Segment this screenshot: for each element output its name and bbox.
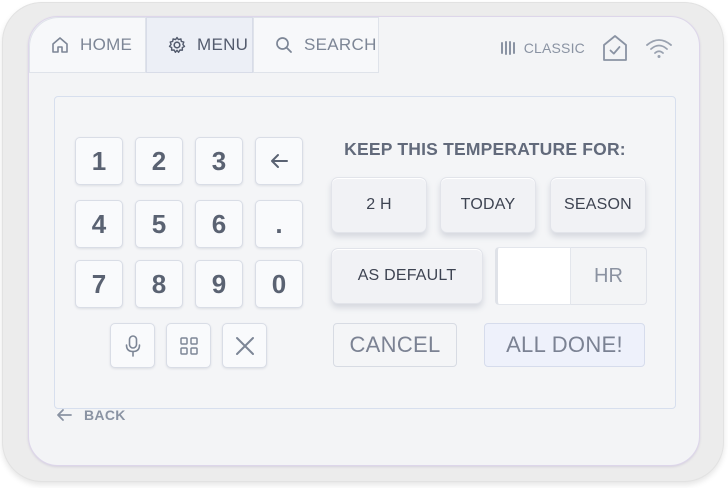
cancel-label: CANCEL (349, 332, 441, 357)
nav-menu-label: MENU (197, 35, 249, 54)
key-7[interactable]: 7 (75, 260, 123, 308)
option-season-button[interactable]: SEASON (550, 177, 646, 233)
option-label: TODAY (460, 196, 516, 213)
nav-home-button[interactable]: HOME (29, 17, 146, 73)
mode-label: CLASSIC (523, 40, 585, 56)
option-today-button[interactable]: TODAY (440, 177, 536, 233)
all-done-label: ALL DONE! (506, 332, 623, 357)
option-label: AS DEFAULT (357, 267, 457, 284)
backspace-arrow-icon (271, 154, 288, 168)
back-label: BACK (84, 407, 126, 423)
status-area: CLASSIC (500, 33, 673, 63)
option-2h-button[interactable]: 2 H (331, 177, 427, 233)
back-button[interactable]: BACK (54, 407, 126, 423)
key-0[interactable]: 0 (255, 260, 303, 308)
house-check-icon (603, 35, 627, 61)
hours-field-group: HR (495, 247, 647, 305)
hold-heading: KEEP THIS TEMPERATURE FOR: (344, 139, 626, 159)
hours-input[interactable] (495, 247, 571, 305)
key-label: 8 (151, 268, 167, 299)
key-label: 3 (211, 145, 227, 176)
gear-icon (168, 36, 186, 53)
option-label: SEASON (564, 196, 632, 213)
voice-button[interactable] (110, 323, 155, 368)
key-8[interactable]: 8 (135, 260, 183, 308)
key-1[interactable]: 1 (75, 137, 123, 185)
key-label: 2 (151, 145, 167, 176)
key-label: 7 (91, 268, 107, 299)
option-label: 2 H (366, 196, 392, 213)
key-5[interactable]: 5 (135, 200, 183, 248)
search-icon (276, 37, 292, 53)
thermostat-screen: HOME MENU SEARCH CLASSIC 1 2 3 4 5 6 . 7… (28, 16, 700, 466)
key-label: 6 (211, 208, 227, 239)
clear-button[interactable] (222, 323, 267, 368)
all-done-button[interactable]: ALL DONE! (484, 323, 645, 367)
microphone-icon (125, 334, 140, 357)
back-arrow-icon (57, 409, 72, 421)
nav-menu-button[interactable]: MENU (146, 17, 253, 73)
temperature-hold-panel: 1 2 3 4 5 6 . 7 8 9 0 KEEP THIS TEMPERAT… (54, 96, 676, 409)
key-3[interactable]: 3 (195, 137, 243, 185)
home-icon (52, 37, 68, 53)
thermostat-device: HOME MENU SEARCH CLASSIC 1 2 3 4 5 6 . 7… (2, 2, 724, 482)
wifi-icon (646, 39, 672, 58)
key-decimal[interactable]: . (255, 200, 303, 248)
mode-indicator[interactable]: CLASSIC (500, 40, 585, 56)
grid-button[interactable] (166, 323, 211, 368)
key-label: 1 (91, 145, 107, 176)
key-label: 5 (151, 208, 167, 239)
classic-bars-icon (500, 41, 515, 55)
nav-search-label: SEARCH (304, 35, 377, 54)
key-2[interactable]: 2 (135, 137, 183, 185)
top-nav: HOME MENU SEARCH (29, 17, 379, 73)
grid-icon (179, 336, 198, 355)
key-label: 4 (91, 208, 107, 239)
option-as-default-button[interactable]: AS DEFAULT (331, 248, 483, 304)
key-4[interactable]: 4 (75, 200, 123, 248)
cancel-button[interactable]: CANCEL (333, 323, 457, 367)
key-9[interactable]: 9 (195, 260, 243, 308)
key-label: 9 (211, 268, 227, 299)
nav-search-button[interactable]: SEARCH (253, 17, 379, 73)
hours-unit-label: HR (571, 247, 647, 305)
key-6[interactable]: 6 (195, 200, 243, 248)
nav-home-label: HOME (80, 35, 133, 54)
close-icon (235, 336, 254, 355)
backspace-key[interactable] (255, 137, 303, 185)
key-label: 0 (271, 268, 287, 299)
key-label: . (275, 208, 283, 239)
